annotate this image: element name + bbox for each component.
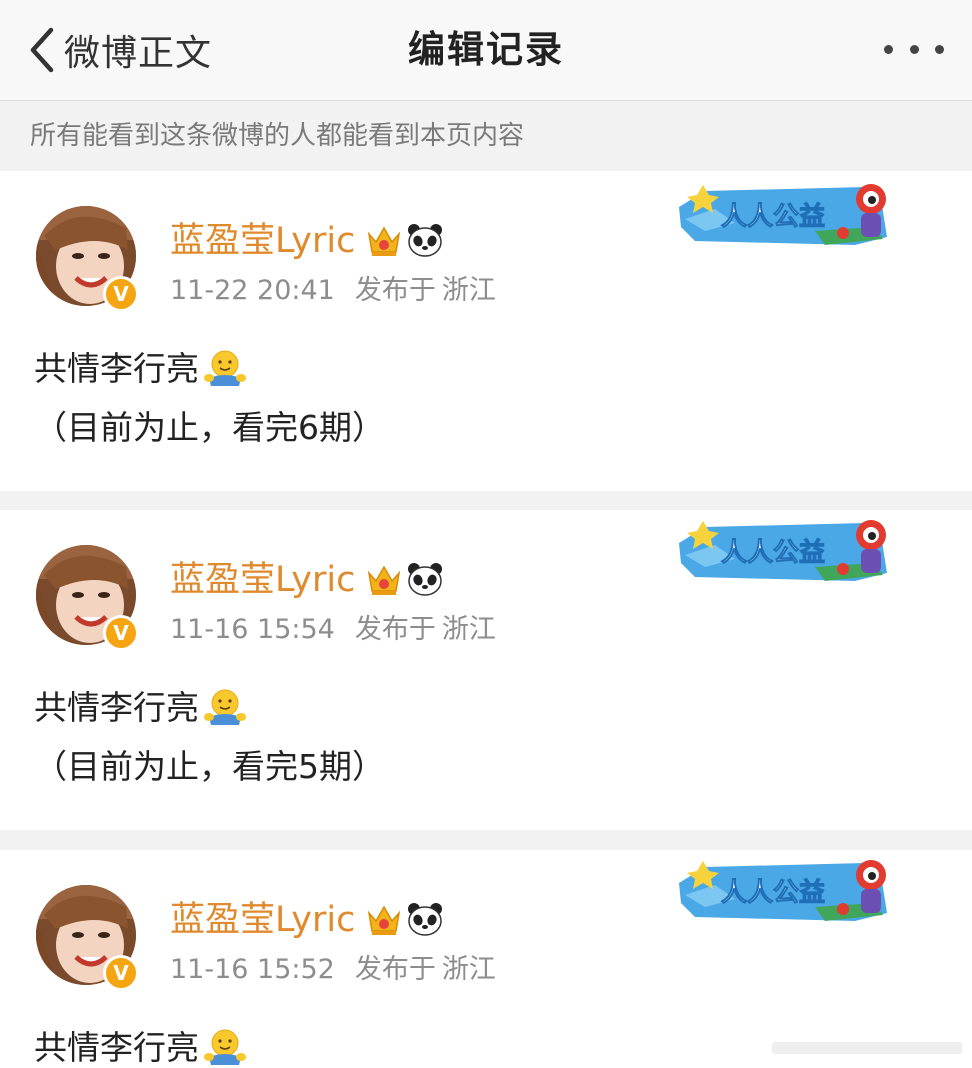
badge-label: 人人公益 bbox=[721, 202, 825, 232]
badge-label: 人人公益 bbox=[721, 538, 825, 568]
published-label: 发布于 bbox=[354, 954, 436, 985]
post-text-line: 共情李行亮 bbox=[34, 347, 247, 391]
back-button[interactable]: 微博正文 bbox=[24, 24, 212, 76]
post-meta: 11-16 15:52 发布于 浙江 bbox=[170, 953, 496, 987]
post-meta: 11-16 15:54 发布于 浙江 bbox=[170, 613, 496, 647]
visibility-notice: 所有能看到这条微博的人都能看到本页内容 bbox=[0, 102, 972, 170]
panda-icon bbox=[407, 223, 443, 257]
watermark bbox=[772, 1042, 962, 1054]
verified-badge-icon: V bbox=[103, 276, 139, 312]
edit-record-card: V 蓝盈莹Lyric 11-16 15:52 发布于 浙江 人人公益 共情李行亮 bbox=[0, 850, 972, 1068]
badge-label: 人人公益 bbox=[721, 878, 825, 908]
post-text: 共情李行亮 bbox=[34, 349, 199, 388]
post-text-line: （目前为止，看完6期） bbox=[34, 408, 385, 447]
post-time: 11-16 15:54 bbox=[170, 614, 335, 645]
public-welfare-badge[interactable]: 人人公益 bbox=[675, 855, 905, 929]
username[interactable]: 蓝盈莹Lyric bbox=[170, 219, 355, 263]
nav-bar: 微博正文 编辑记录 bbox=[0, 0, 972, 101]
edit-history-screen: 微博正文 编辑记录 所有能看到这条微博的人都能看到本页内容 V 蓝盈莹Lyric… bbox=[0, 0, 972, 1068]
post-time: 11-16 15:52 bbox=[170, 954, 335, 985]
post-location: 浙江 bbox=[441, 954, 496, 985]
post-text-line: （目前为止，看完5期） bbox=[34, 747, 385, 786]
published-label: 发布于 bbox=[354, 614, 436, 645]
hug-emoji-icon bbox=[203, 350, 247, 387]
edit-record-card: V 蓝盈莹Lyric 11-16 15:54 发布于 浙江 人人公益 共情李行亮 （… bbox=[0, 510, 972, 830]
panda-icon bbox=[407, 562, 443, 596]
public-welfare-badge[interactable]: 人人公益 bbox=[675, 179, 905, 253]
back-label: 微博正文 bbox=[64, 33, 213, 74]
more-dots-icon[interactable] bbox=[884, 36, 944, 62]
verified-badge-icon: V bbox=[103, 955, 139, 991]
crown-icon bbox=[368, 227, 400, 257]
post-meta: 11-22 20:41 发布于 浙江 bbox=[170, 274, 496, 308]
verified-badge-icon: V bbox=[103, 615, 139, 651]
hug-emoji-icon bbox=[203, 1029, 247, 1066]
post-text: 共情李行亮 bbox=[34, 1028, 199, 1067]
post-time: 11-22 20:41 bbox=[170, 275, 335, 306]
post-location: 浙江 bbox=[441, 275, 496, 306]
post-text-line: 共情李行亮 bbox=[34, 686, 247, 730]
crown-icon bbox=[368, 906, 400, 936]
published-label: 发布于 bbox=[354, 275, 436, 306]
post-text: 共情李行亮 bbox=[34, 688, 199, 727]
chevron-left-icon bbox=[30, 27, 54, 73]
public-welfare-badge[interactable]: 人人公益 bbox=[675, 515, 905, 589]
post-text-line: 共情李行亮 bbox=[34, 1026, 247, 1068]
hug-emoji-icon bbox=[203, 689, 247, 726]
edit-record-card: V 蓝盈莹Lyric 11-22 20:41 发布于 浙江 人人公益 共情李行亮 （… bbox=[0, 171, 972, 491]
crown-icon bbox=[368, 566, 400, 596]
username[interactable]: 蓝盈莹Lyric bbox=[170, 558, 355, 602]
panda-icon bbox=[407, 902, 443, 936]
username[interactable]: 蓝盈莹Lyric bbox=[170, 898, 355, 942]
post-location: 浙江 bbox=[441, 614, 496, 645]
